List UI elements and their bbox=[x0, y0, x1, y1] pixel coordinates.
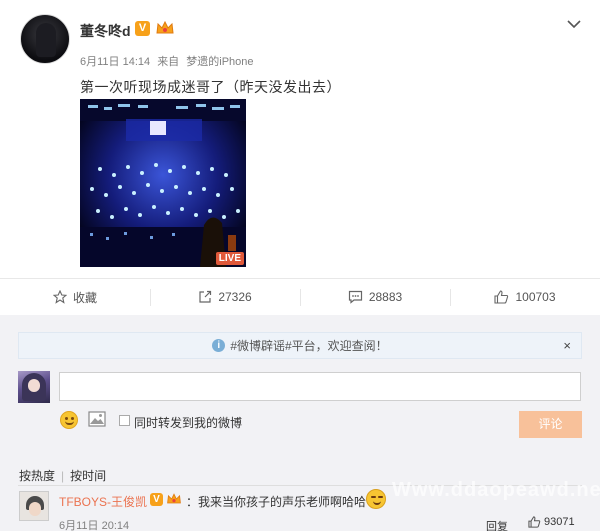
grin-emoji-icon bbox=[366, 489, 386, 509]
repost-checkbox[interactable] bbox=[119, 415, 130, 426]
image-icon[interactable] bbox=[88, 411, 106, 427]
repost-button[interactable]: 27326 bbox=[150, 279, 300, 315]
comment-icon bbox=[348, 290, 362, 304]
chevron-down-icon[interactable] bbox=[566, 18, 582, 30]
verified-badge: V bbox=[150, 493, 163, 506]
reply-button[interactable]: 回复 bbox=[486, 518, 508, 531]
post-text: 第一次听现场成迷哥了（昨天没发出去） bbox=[80, 79, 341, 95]
author-name[interactable]: 董冬咚d bbox=[80, 21, 131, 41]
star-icon bbox=[52, 290, 67, 304]
watermark: Www.ddaopeawd.net bbox=[392, 479, 600, 501]
info-icon: i bbox=[212, 339, 226, 352]
thumbs-up-icon bbox=[494, 290, 509, 304]
repost-icon bbox=[199, 290, 212, 303]
rumor-notice: i #微博辟谣#平台，欢迎查阅！ × bbox=[18, 332, 582, 359]
repost-checkbox-label[interactable]: 同时转发到我的微博 bbox=[134, 414, 242, 431]
action-bar: 收藏 27326 28883 100703 bbox=[0, 278, 600, 315]
author-avatar[interactable] bbox=[20, 14, 70, 64]
post-source[interactable]: 梦遗的iPhone bbox=[186, 56, 253, 68]
comment-like-button[interactable]: 93071 bbox=[528, 516, 575, 528]
post-date[interactable]: 6月11日 14:14 bbox=[80, 56, 150, 68]
live-badge: LIVE bbox=[215, 252, 244, 265]
comment-avatar[interactable] bbox=[19, 491, 49, 521]
my-avatar[interactable] bbox=[18, 371, 50, 403]
comment-input[interactable] bbox=[59, 372, 581, 401]
comment-author[interactable]: TFBOYS-王俊凯 bbox=[59, 493, 147, 510]
comment-text: ：我来当你孩子的声乐老师啊哈哈 bbox=[186, 495, 367, 509]
comment-button[interactable]: 28883 bbox=[300, 279, 450, 315]
sort-options: 按热度 | 按时间 bbox=[19, 469, 107, 483]
crown-icon bbox=[167, 493, 181, 504]
favorite-label: 收藏 bbox=[72, 290, 97, 305]
post-meta: 6月11日 14:14 来自 梦遗的iPhone bbox=[80, 53, 258, 69]
weibo-post: 董冬咚d V 6月11日 14:14 来自 梦遗的iPhone 第一次听现场成迷… bbox=[0, 0, 600, 278]
thumbs-up-icon bbox=[528, 516, 541, 528]
emoji-icon[interactable] bbox=[60, 411, 78, 429]
like-count: 100703 bbox=[515, 290, 556, 304]
comment-time: 6月11日 20:14 bbox=[59, 520, 130, 531]
sort-by-time[interactable]: 按时间 bbox=[70, 469, 106, 483]
crown-icon bbox=[156, 20, 174, 34]
comment-submit-button[interactable]: 评论 bbox=[519, 411, 582, 438]
repost-count: 27326 bbox=[218, 290, 252, 304]
close-icon[interactable]: × bbox=[563, 338, 571, 353]
comment-count: 28883 bbox=[368, 290, 403, 304]
comment-section: i #微博辟谣#平台，欢迎查阅！ × 同时转发到我的微博 评论 按热度 | 按时间 … bbox=[0, 315, 600, 531]
concert-image bbox=[80, 99, 246, 267]
verified-badge: V bbox=[135, 21, 150, 36]
comment-like-count: 93071 bbox=[544, 516, 575, 528]
notice-text[interactable]: #微博辟谣#平台，欢迎查阅！ bbox=[230, 337, 387, 354]
post-photo[interactable]: LIVE bbox=[80, 99, 246, 267]
sort-by-hot[interactable]: 按热度 bbox=[19, 469, 55, 483]
source-prefix: 来自 bbox=[157, 56, 180, 68]
favorite-button[interactable]: 收藏 bbox=[0, 279, 150, 315]
like-button[interactable]: 100703 bbox=[450, 279, 600, 315]
